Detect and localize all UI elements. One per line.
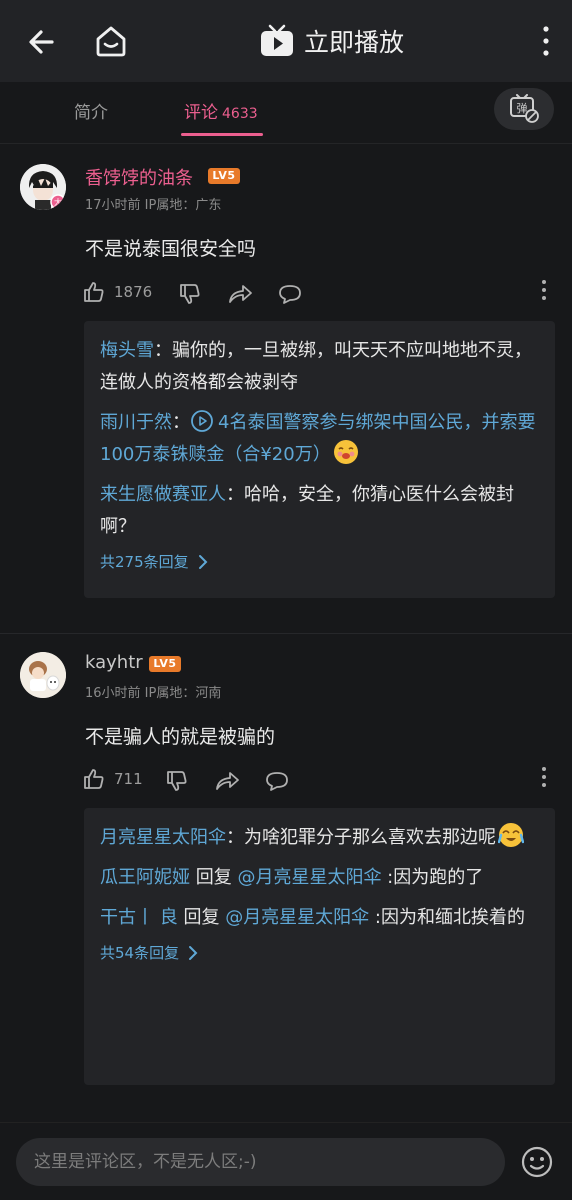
reply-item[interactable]: 干古丨 良 回复 @月亮星星太阳伞 :因为和缅北挨着的 xyxy=(100,902,539,934)
thumbs-down-icon[interactable] xyxy=(178,279,202,309)
username[interactable]: kayhtr xyxy=(85,652,143,673)
reply-preview-box: 月亮星星太阳伞：为啥犯罪分子那么喜欢去那边呢 瓜王阿妮娅 回复 @月亮星星太阳伞… xyxy=(84,808,555,1085)
reply-text: ： xyxy=(172,412,190,433)
reply-text: ：为啥犯罪分子那么喜欢去那边呢 xyxy=(226,827,496,848)
share-icon[interactable] xyxy=(227,279,253,309)
level-badge: LV5 xyxy=(149,656,181,672)
drooling-emoji-icon xyxy=(333,440,358,464)
top-bar: 立即播放 xyxy=(0,0,572,82)
level-badge: LV5 xyxy=(208,168,240,184)
reply-mention[interactable]: @月亮星星太阳伞 xyxy=(225,907,369,928)
chevron-right-icon xyxy=(198,554,208,569)
svg-text:大: 大 xyxy=(54,197,62,207)
avatar[interactable] xyxy=(20,652,66,698)
reply-word: 回复 xyxy=(190,867,238,888)
tab-comments-count: 4633 xyxy=(222,106,258,122)
share-icon[interactable] xyxy=(214,766,240,796)
avatar-image xyxy=(20,652,66,698)
like-count: 711 xyxy=(114,770,143,788)
reply-text: :因为和缅北挨着的 xyxy=(369,907,525,928)
video-play-circle-icon xyxy=(191,410,213,432)
comment-input-bar xyxy=(0,1122,572,1200)
comment-more-icon[interactable] xyxy=(540,279,548,301)
view-all-replies-label: 共275条回复 xyxy=(100,553,189,571)
thumbs-down-icon[interactable] xyxy=(165,766,189,796)
comment-actions: 711 xyxy=(82,764,552,794)
reply-text: :因为跑的了 xyxy=(381,867,484,888)
reply-author[interactable]: 瓜王阿妮娅 xyxy=(100,867,190,888)
danmaku-off-icon: 弹 xyxy=(510,94,539,123)
reply-author[interactable]: 雨川于然 xyxy=(100,412,172,433)
view-all-replies-label: 共54条回复 xyxy=(100,944,180,962)
emoji-picker-icon[interactable] xyxy=(520,1145,554,1179)
tab-intro[interactable]: 简介 xyxy=(74,98,108,123)
comment-meta: 17小时前 IP属地：广东 xyxy=(85,198,222,213)
avatar-image: 大 xyxy=(20,164,66,210)
tab-comments[interactable]: 评论 4633 xyxy=(184,98,258,123)
reply-preview-box: 梅头雪：骗你的，一旦被绑，叫天天不应叫地地不灵，连做人的资格都会被剥夺 雨川于然… xyxy=(84,321,555,598)
danmaku-toggle-button[interactable]: 弹 xyxy=(494,88,554,130)
chevron-right-icon xyxy=(189,945,198,960)
reply-item[interactable]: 梅头雪：骗你的，一旦被绑，叫天天不应叫地地不灵，连做人的资格都会被剥夺 xyxy=(100,335,539,399)
play-now-button[interactable]: 立即播放 xyxy=(258,20,404,62)
comment-input[interactable] xyxy=(16,1138,505,1186)
thumbs-up-icon xyxy=(84,282,104,302)
reply-bubble-icon[interactable] xyxy=(277,279,303,309)
tab-active-indicator xyxy=(181,133,263,136)
back-arrow-icon[interactable] xyxy=(22,22,62,62)
comment-divider xyxy=(0,633,572,634)
reply-item[interactable]: 月亮星星太阳伞：为啥犯罪分子那么喜欢去那边呢 xyxy=(100,822,539,854)
tv-play-icon xyxy=(261,24,293,56)
view-all-replies-link[interactable]: 共275条回复 xyxy=(100,551,539,572)
reply-author[interactable]: 月亮星星太阳伞 xyxy=(100,827,226,848)
comment-actions: 1876 xyxy=(82,277,552,307)
reply-item[interactable]: 来生愿做赛亚人：哈哈，安全，你猜心医什么会被封啊？ xyxy=(100,479,539,543)
like-button[interactable]: 1876 xyxy=(82,277,152,307)
like-button[interactable]: 711 xyxy=(82,764,143,794)
username[interactable]: 香饽饽的油条 xyxy=(85,164,193,190)
reply-bubble-icon[interactable] xyxy=(264,766,290,796)
reply-author[interactable]: 来生愿做赛亚人 xyxy=(100,484,226,505)
thumbs-up-icon xyxy=(84,769,104,789)
tab-comments-label: 评论 xyxy=(184,103,218,123)
reply-item[interactable]: 雨川于然： 4名泰国警察参与绑架中国公民，并索要100万泰铢赎金（合¥20万） xyxy=(100,407,539,471)
comment-text: 不是说泰国很安全吗 xyxy=(85,238,257,260)
tab-bar: 简介 评论 4633 弹 xyxy=(0,82,572,144)
reply-word: 回复 xyxy=(177,907,226,928)
reply-mention[interactable]: @月亮星星太阳伞 xyxy=(237,867,381,888)
comment-meta: 16小时前 IP属地：河南 xyxy=(85,686,222,701)
comment-more-icon[interactable] xyxy=(540,766,548,788)
reply-author[interactable]: 干古丨 良 xyxy=(100,907,178,928)
home-icon[interactable] xyxy=(90,20,132,62)
avatar[interactable]: 大 xyxy=(20,164,66,210)
reply-text: ：骗你的，一旦被绑，叫天天不应叫地地不灵，连做人的资格都会被剥夺 xyxy=(100,340,532,393)
view-all-replies-link[interactable]: 共54条回复 xyxy=(100,942,539,963)
play-now-label: 立即播放 xyxy=(304,28,405,57)
reply-author[interactable]: 梅头雪 xyxy=(100,340,154,361)
comment-text: 不是骗人的就是被骗的 xyxy=(85,726,276,748)
like-count: 1876 xyxy=(114,283,153,301)
crying-laughing-emoji-icon xyxy=(498,823,524,847)
reply-item[interactable]: 瓜王阿妮娅 回复 @月亮星星太阳伞 :因为跑的了 xyxy=(100,862,539,894)
more-vertical-icon[interactable] xyxy=(538,24,554,58)
